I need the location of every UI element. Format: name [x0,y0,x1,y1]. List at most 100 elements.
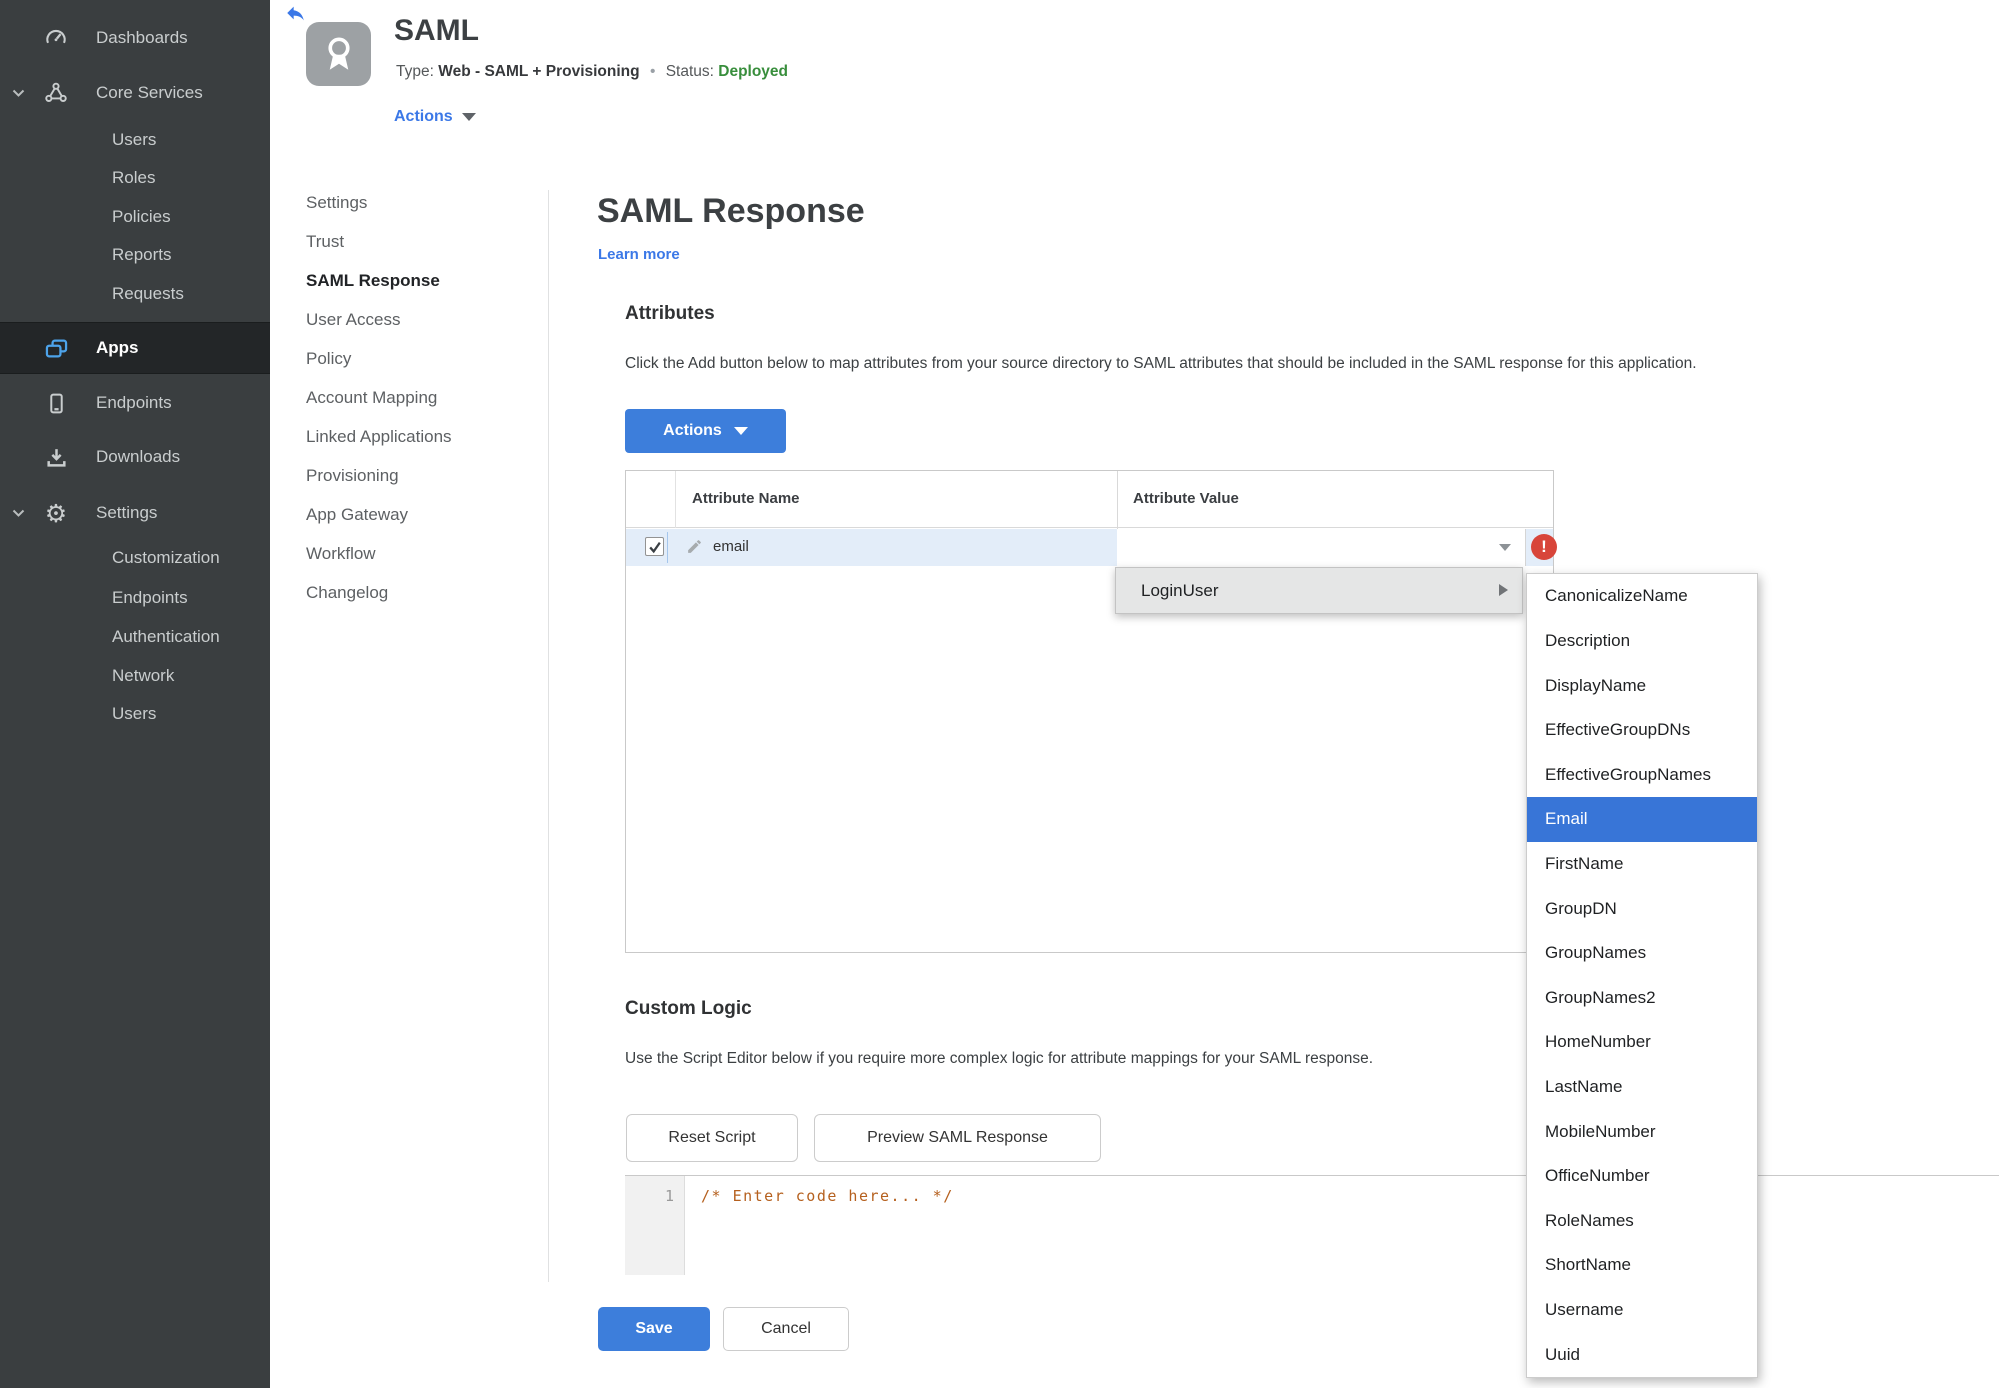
apps-icon [42,334,70,362]
subnav-item-app-gateway[interactable]: App Gateway [306,505,408,529]
header-actions-dropdown[interactable]: Actions [394,108,476,126]
sidebar-item-users[interactable]: Users [0,120,270,160]
editor-code[interactable]: /* Enter code here... */ [701,1187,954,1205]
menu-option-displayname[interactable]: DisplayName [1527,663,1757,708]
menu-option-canonicalizename[interactable]: CanonicalizeName [1527,574,1757,619]
sidebar-item-label: Endpoints [96,393,172,412]
sidebar-item-apps[interactable]: Apps [0,322,270,374]
sidebar-item-settings[interactable]: ⚙ Settings [0,493,270,533]
core-services-icon [42,79,70,107]
subnav-item-settings[interactable]: Settings [306,193,367,217]
menu-option-groupnames2[interactable]: GroupNames2 [1527,975,1757,1020]
sidebar-item-settings-users[interactable]: Users [0,694,270,734]
sidebar-item-customization[interactable]: Customization [0,538,270,578]
back-icon[interactable] [283,2,309,24]
column-header-attribute-value: Attribute Value [1133,490,1239,507]
table-row[interactable]: email ! [626,529,1557,566]
dropdown-caret-icon [1499,544,1511,551]
menu-option-description[interactable]: Description [1527,619,1757,664]
sidebar-item-label: Dashboards [96,28,188,47]
divider [548,190,549,1282]
app-icon [306,22,371,86]
menu-option-groupdn[interactable]: GroupDN [1527,886,1757,931]
app-meta: Type: Web - SAML + Provisioning • Status… [396,63,788,81]
sidebar-item-label: Downloads [96,447,181,466]
menu-option-username[interactable]: Username [1527,1288,1757,1333]
sidebar-item-downloads[interactable]: Downloads [0,437,270,477]
sidebar-item-dashboards[interactable]: Dashboards [0,18,270,58]
chevron-down-icon [461,113,476,121]
sidebar-item-network[interactable]: Network [0,656,270,696]
sidebar-item-requests[interactable]: Requests [0,274,270,314]
menu-option-mobilenumber[interactable]: MobileNumber [1527,1109,1757,1154]
subnav-item-user-access[interactable]: User Access [306,310,400,334]
edit-cursor [667,532,668,563]
attribute-name-cell: email [713,538,749,555]
attributes-description: Click the Add button below to map attrib… [625,355,1697,372]
sidebar-item-reports[interactable]: Reports [0,235,270,275]
preview-saml-response-button[interactable]: Preview SAML Response [814,1114,1101,1162]
attributes-actions-button[interactable]: Actions [625,409,786,453]
subnav-item-linked-applications[interactable]: Linked Applications [306,427,452,451]
divider [675,471,676,528]
subnav-item-workflow[interactable]: Workflow [306,544,376,568]
custom-logic-description: Use the Script Editor below if you requi… [625,1050,1374,1067]
save-button[interactable]: Save [598,1307,710,1351]
attribute-value-select[interactable] [1117,529,1526,566]
submenu-arrow-icon [1499,584,1508,596]
sidebar-item-core-services[interactable]: Core Services [0,73,270,113]
menu-option-shortname[interactable]: ShortName [1527,1243,1757,1288]
download-icon [42,443,70,471]
app-root: Dashboards Core Services Users Roles Pol… [0,0,1999,1388]
app-title: SAML [394,14,479,47]
table-header: Attribute Name Attribute Value [626,471,1553,528]
status-label: Status: [665,63,714,80]
chevron-down-icon [12,505,28,521]
subnav-item-account-mapping[interactable]: Account Mapping [306,388,437,412]
attribute-options-menu: CanonicalizeName Description DisplayName… [1526,573,1758,1378]
subnav-item-policy[interactable]: Policy [306,349,351,373]
menu-option-uuid[interactable]: Uuid [1527,1332,1757,1377]
sidebar-item-label: Apps [96,338,139,357]
menu-option-groupnames[interactable]: GroupNames [1527,931,1757,976]
subnav-item-saml-response[interactable]: SAML Response [306,271,440,295]
attributes-table: Attribute Name Attribute Value email ! [625,470,1557,953]
menu-option-firstname[interactable]: FirstName [1527,842,1757,887]
page-title: SAML Response [597,192,865,230]
subnav-item-changelog[interactable]: Changelog [306,583,388,607]
learn-more-link[interactable]: Learn more [598,246,680,263]
sidebar-item-label: Core Services [96,83,203,102]
type-label: Type: [396,63,434,80]
gear-icon: ⚙ [44,498,68,528]
smartphone-icon [42,389,70,417]
sidebar-item-roles[interactable]: Roles [0,158,270,198]
reset-script-button[interactable]: Reset Script [626,1114,798,1162]
script-editor[interactable]: 1 /* Enter code here... */ [625,1175,1999,1275]
row-checkbox[interactable] [645,537,664,556]
subnav-item-provisioning[interactable]: Provisioning [306,466,399,490]
cancel-button[interactable]: Cancel [723,1307,849,1351]
menu-option-lastname[interactable]: LastName [1527,1065,1757,1110]
sidebar-item-endpoints[interactable]: Endpoints [0,383,270,423]
chevron-down-icon [733,427,748,435]
edit-pencil-icon [686,538,704,556]
sidebar-item-label: Settings [96,503,158,522]
menu-option-email[interactable]: Email [1527,797,1757,842]
sidebar-item-settings-endpoints[interactable]: Endpoints [0,578,270,618]
dashboard-gauge-icon [42,24,70,52]
sidebar-item-policies[interactable]: Policies [0,197,270,237]
custom-logic-heading: Custom Logic [625,998,752,1019]
type-value: Web - SAML + Provisioning [438,63,640,80]
sidebar-item-authentication[interactable]: Authentication [0,617,270,657]
menu-option-effectivegroupdns[interactable]: EffectiveGroupDNs [1527,708,1757,753]
menu-option-effectivegroupnames[interactable]: EffectiveGroupNames [1527,752,1757,797]
menu-item-loginuser[interactable]: LoginUser [1115,567,1523,614]
menu-option-officenumber[interactable]: OfficeNumber [1527,1154,1757,1199]
sidebar: Dashboards Core Services Users Roles Pol… [0,0,270,1388]
line-number: 1 [664,1187,674,1205]
menu-option-homenumber[interactable]: HomeNumber [1527,1020,1757,1065]
subnav-item-trust[interactable]: Trust [306,232,344,256]
column-header-attribute-name: Attribute Name [692,490,800,507]
menu-option-rolenames[interactable]: RoleNames [1527,1199,1757,1244]
attributes-heading: Attributes [625,303,715,324]
